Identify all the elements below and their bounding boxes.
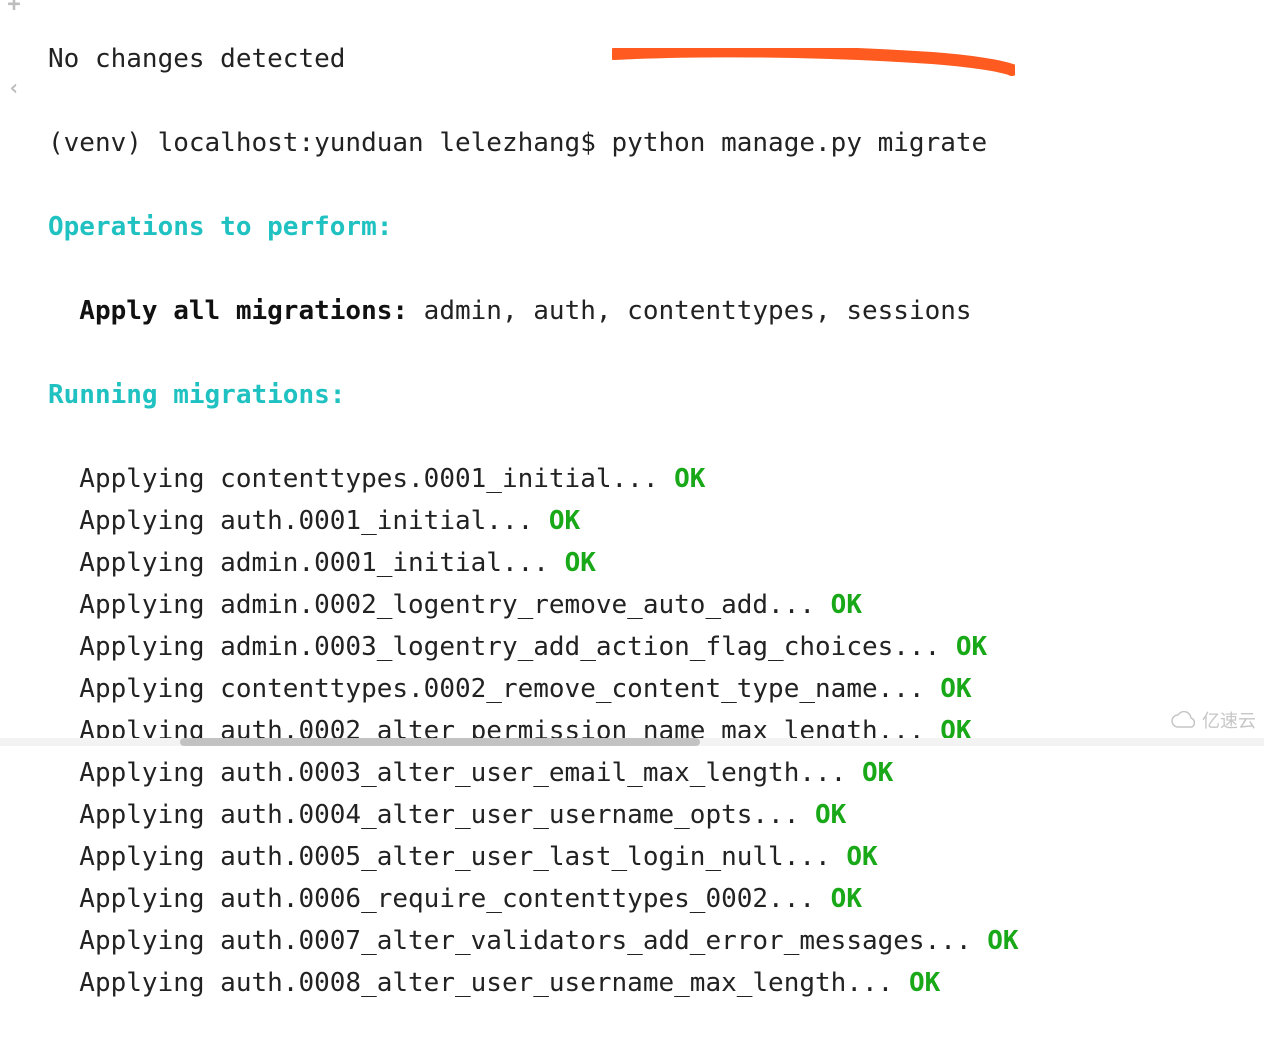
text-ok: OK — [565, 548, 596, 578]
gutter-collapse-icon[interactable]: ‹ — [0, 78, 28, 100]
text-applying: Applying admin.0003_logentry_add_action_… — [48, 632, 956, 662]
cloud-icon — [1170, 711, 1198, 731]
line-migration: Applying auth.0005_alter_user_last_login… — [48, 836, 1264, 878]
text-ops-header: Operations to perform: — [48, 212, 392, 242]
text-ok: OK — [549, 506, 580, 536]
line-migration: Applying auth.0008_alter_user_username_m… — [48, 962, 1264, 1004]
text-no-changes: No changes detected — [48, 44, 345, 74]
text-applying: Applying admin.0001_initial... — [48, 548, 565, 578]
text-ok: OK — [831, 590, 862, 620]
line-no-changes: No changes detected — [48, 38, 1264, 80]
horizontal-scrollbar-thumb[interactable] — [180, 738, 700, 746]
text-ok: OK — [815, 800, 846, 830]
text-ok: OK — [987, 926, 1018, 956]
text-ok: OK — [862, 758, 893, 788]
line-migration: Applying contenttypes.0002_remove_conten… — [48, 668, 1264, 710]
text-applying: Applying auth.0007_alter_validators_add_… — [48, 926, 987, 956]
line-migration: Applying admin.0003_logentry_add_action_… — [48, 626, 1264, 668]
line-apply-all: Apply all migrations: admin, auth, conte… — [48, 290, 1264, 332]
line-migration: Applying admin.0002_logentry_remove_auto… — [48, 584, 1264, 626]
text-applying: Applying auth.0001_initial... — [48, 506, 549, 536]
text-ok: OK — [956, 632, 987, 662]
text-apply-all-label: Apply all migrations: — [48, 296, 408, 326]
text-applying: Applying auth.0005_alter_user_last_login… — [48, 842, 846, 872]
line-migration: Applying admin.0001_initial... OK — [48, 542, 1264, 584]
line-migration: Applying auth.0003_alter_user_email_max_… — [48, 752, 1264, 794]
line-migration: Applying auth.0001_initial... OK — [48, 500, 1264, 542]
line-running-header: Running migrations: — [48, 374, 1264, 416]
terminal-output: No changes detected (venv) localhost:yun… — [48, 0, 1264, 1046]
gutter-add-icon[interactable]: + — [0, 0, 28, 16]
text-ok: OK — [831, 884, 862, 914]
text-ok: OK — [674, 464, 705, 494]
watermark: 亿速云 — [1170, 700, 1256, 742]
text-ok: OK — [940, 674, 971, 704]
watermark-text: 亿速云 — [1202, 700, 1256, 742]
line-migration: Applying auth.0007_alter_validators_add_… — [48, 920, 1264, 962]
horizontal-scrollbar[interactable] — [0, 738, 1264, 746]
line-prompt: (venv) localhost:yunduan lelezhang$ pyth… — [48, 122, 1264, 164]
text-applying: Applying auth.0003_alter_user_email_max_… — [48, 758, 862, 788]
text-applying: Applying auth.0008_alter_user_username_m… — [48, 968, 909, 998]
editor-gutter: + ‹ — [0, 0, 28, 746]
text-applying: Applying contenttypes.0002_remove_conten… — [48, 674, 940, 704]
text-ok: OK — [909, 968, 940, 998]
line-migration: Applying auth.0004_alter_user_username_o… — [48, 794, 1264, 836]
text-applying: Applying contenttypes.0001_initial... — [48, 464, 674, 494]
text-applying: Applying auth.0004_alter_user_username_o… — [48, 800, 815, 830]
text-prompt: (venv) localhost:yunduan lelezhang$ pyth… — [48, 128, 987, 158]
text-ok: OK — [846, 842, 877, 872]
line-migration: Applying contenttypes.0001_initial... OK — [48, 458, 1264, 500]
line-ops-header: Operations to perform: — [48, 206, 1264, 248]
text-apply-all-targets: admin, auth, contenttypes, sessions — [408, 296, 972, 326]
text-applying: Applying auth.0006_require_contenttypes_… — [48, 884, 831, 914]
text-running-header: Running migrations: — [48, 380, 345, 410]
text-applying: Applying admin.0002_logentry_remove_auto… — [48, 590, 831, 620]
line-migration: Applying auth.0006_require_contenttypes_… — [48, 878, 1264, 920]
